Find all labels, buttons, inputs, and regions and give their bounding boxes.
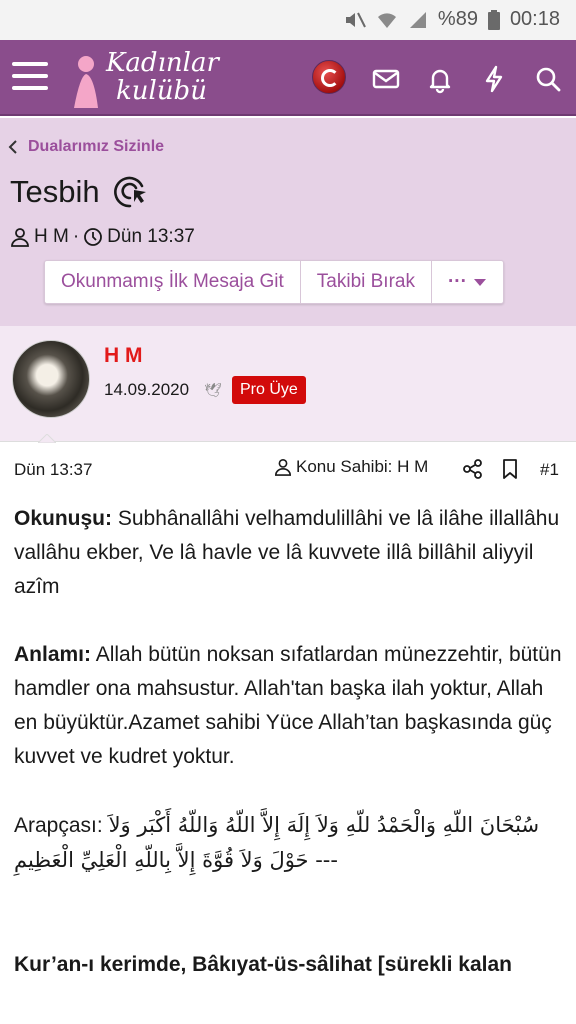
mute-icon <box>345 12 366 27</box>
meaning-label: Anlamı: <box>14 643 92 666</box>
topic-author[interactable]: H M <box>34 226 69 248</box>
user-badge: Pro Üye <box>232 376 306 404</box>
join-date: 14.09.2020 <box>104 380 190 399</box>
topic-actions: Okunmamış İlk Mesaja Git Takibi Bırak ··… <box>44 260 504 304</box>
author-caret <box>38 434 56 443</box>
battery-icon <box>487 9 500 30</box>
status-bar: %89 00:18 <box>0 0 576 40</box>
bell-icon[interactable] <box>425 64 455 94</box>
more-dots: ··· <box>447 271 467 292</box>
page-title-text: Tesbih <box>10 174 100 209</box>
user-icon <box>11 228 29 247</box>
chevron-left-icon <box>8 140 17 154</box>
dove-icon: 🕊 <box>204 382 222 398</box>
breadcrumb[interactable]: Dualarımız Sizinle <box>8 138 164 156</box>
watched-icon <box>113 176 146 208</box>
topic-owner: Konu Sahibi: H M <box>274 457 428 477</box>
author-name[interactable]: H M <box>104 344 143 368</box>
logo-text-line1: Kadınlar <box>106 48 219 78</box>
quran-paragraph: Kur’an-ı kerimde, Bâkıyat-üs-sâlihat [sü… <box>14 948 564 982</box>
bolt-icon[interactable] <box>479 64 509 94</box>
post-number[interactable]: #1 <box>540 460 559 480</box>
more-menu-button[interactable]: ··· <box>432 261 503 303</box>
topic-meta: H M · Dün 13:37 <box>10 226 195 248</box>
reading-label: Okunuşu: <box>14 507 112 530</box>
clock-icon <box>84 228 103 246</box>
wifi-icon <box>377 12 396 28</box>
unwatch-button[interactable]: Takibi Bırak <box>301 261 432 303</box>
menu-icon[interactable] <box>12 62 48 92</box>
clock: 00:18 <box>509 8 560 30</box>
battery-percent: %89 <box>437 8 478 30</box>
reading-paragraph: Okunuşu: Subhânallâhi velhamdulillâhi ve… <box>14 502 564 604</box>
meta-separator: · <box>72 226 80 247</box>
logo-lady-icon <box>74 56 98 108</box>
signal-icon <box>409 11 426 28</box>
quran-text: Kur’an-ı kerimde, Bâkıyat-üs-sâlihat [sü… <box>14 953 512 976</box>
post-author: H M 14.09.2020 🕊 Pro Üye <box>0 326 576 442</box>
page-title: Tesbih <box>10 174 148 210</box>
arabic-paragraph: Arapçası: سُبْحَانَ اللّهِ وَالْحَمْدُ ل… <box>14 808 564 878</box>
flag-icon[interactable] <box>312 60 346 94</box>
status-icons: %89 00:18 <box>344 8 560 31</box>
topic-time[interactable]: Dün 13:37 <box>107 226 195 248</box>
meaning-text: Allah bütün noksan sıfatlardan münezzeht… <box>14 643 562 768</box>
chevron-down-icon <box>473 279 486 286</box>
breadcrumb-label: Dualarımız Sizinle <box>28 138 165 155</box>
topic-header: Dualarımız Sizinle Tesbih H M · Dün 13:3… <box>0 118 576 326</box>
message-meta: Dün 13:37 Konu Sahibi: H M #1 <box>0 452 576 486</box>
bookmark-icon[interactable] <box>500 458 520 480</box>
post-time[interactable]: Dün 13:37 <box>14 460 92 480</box>
topic-owner-label: Konu Sahibi: H M <box>296 457 429 476</box>
arabic-label: Arapçası: <box>14 814 103 837</box>
avatar[interactable] <box>12 340 90 418</box>
site-logo[interactable]: Kadınlar kulübü <box>66 46 226 110</box>
user-icon <box>274 458 292 476</box>
message-body: Okunuşu: Subhânallâhi velhamdulillâhi ve… <box>14 502 564 1016</box>
meaning-paragraph: Anlamı: Allah bütün noksan sıfatlardan m… <box>14 638 564 774</box>
mail-icon[interactable] <box>371 64 401 94</box>
logo-text-line2: kulübü <box>116 76 207 106</box>
first-unread-button[interactable]: Okunmamış İlk Mesaja Git <box>45 261 301 303</box>
share-icon[interactable] <box>462 458 484 480</box>
app-header: Kadınlar kulübü <box>0 40 576 116</box>
search-icon[interactable] <box>533 64 563 94</box>
